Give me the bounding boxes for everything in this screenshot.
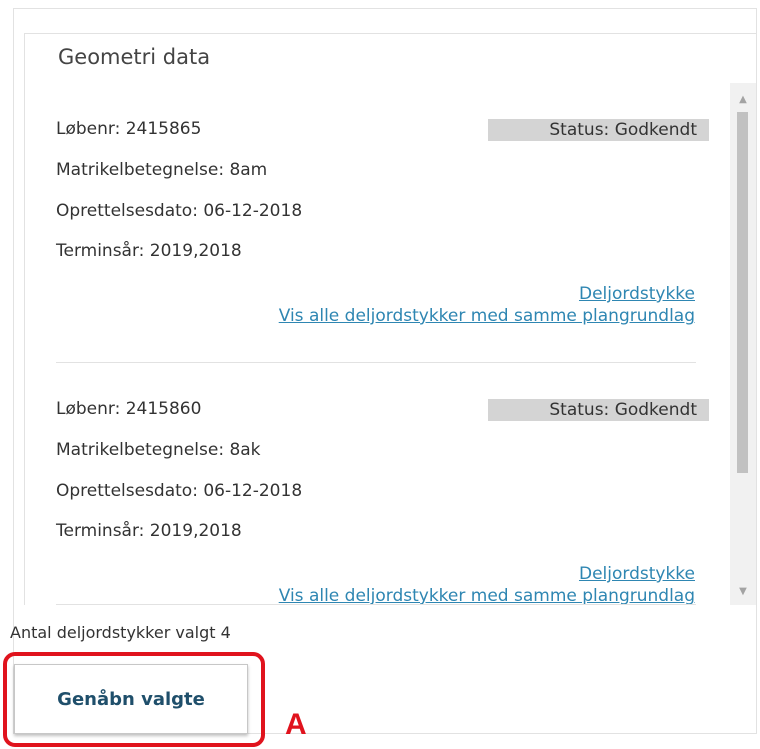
matrikel-field: Matrikelbetegnelse: 8am	[56, 160, 268, 180]
selected-count-text: Antal deljordstykker valgt 4	[10, 623, 231, 642]
status-badge: Status: Godkendt	[488, 399, 709, 421]
scroll-down-arrow-icon[interactable]: ▼	[730, 581, 756, 603]
deljordstykke-link[interactable]: Deljordstykke	[579, 284, 695, 304]
matrikel-field: Matrikelbetegnelse: 8ak	[56, 440, 261, 460]
oprettelse-field: Oprettelsesdato: 06-12-2018	[56, 481, 303, 501]
scrollbar-thumb[interactable]	[737, 112, 748, 473]
termin-field: Terminsår: 2019,2018	[56, 241, 242, 261]
oprettelse-field: Oprettelsesdato: 06-12-2018	[56, 201, 303, 221]
status-badge: Status: Godkendt	[488, 119, 709, 141]
loebenr-field: Løbenr: 2415860	[56, 399, 202, 419]
panel-title: Geometri data	[58, 45, 211, 69]
reopen-selected-button[interactable]: Genåbn valgte	[14, 664, 248, 734]
deljordstykke-link[interactable]: Deljordstykke	[579, 564, 695, 584]
annotation-label: A	[285, 708, 307, 741]
record-divider	[56, 362, 696, 363]
vis-alle-deljordstykker-link[interactable]: Vis alle deljordstykker med samme plangr…	[279, 306, 695, 326]
vertical-scrollbar[interactable]: ▲ ▼	[730, 83, 756, 605]
vis-alle-deljordstykker-link[interactable]: Vis alle deljordstykker med samme plangr…	[279, 586, 695, 605]
termin-field: Terminsår: 2019,2018	[56, 521, 242, 541]
record-divider	[56, 604, 696, 605]
loebenr-field: Løbenr: 2415865	[56, 119, 202, 139]
records-scroll-area[interactable]: Løbenr: 2415865 Status: Godkendt Matrike…	[24, 83, 757, 605]
scroll-up-arrow-icon[interactable]: ▲	[730, 89, 756, 111]
